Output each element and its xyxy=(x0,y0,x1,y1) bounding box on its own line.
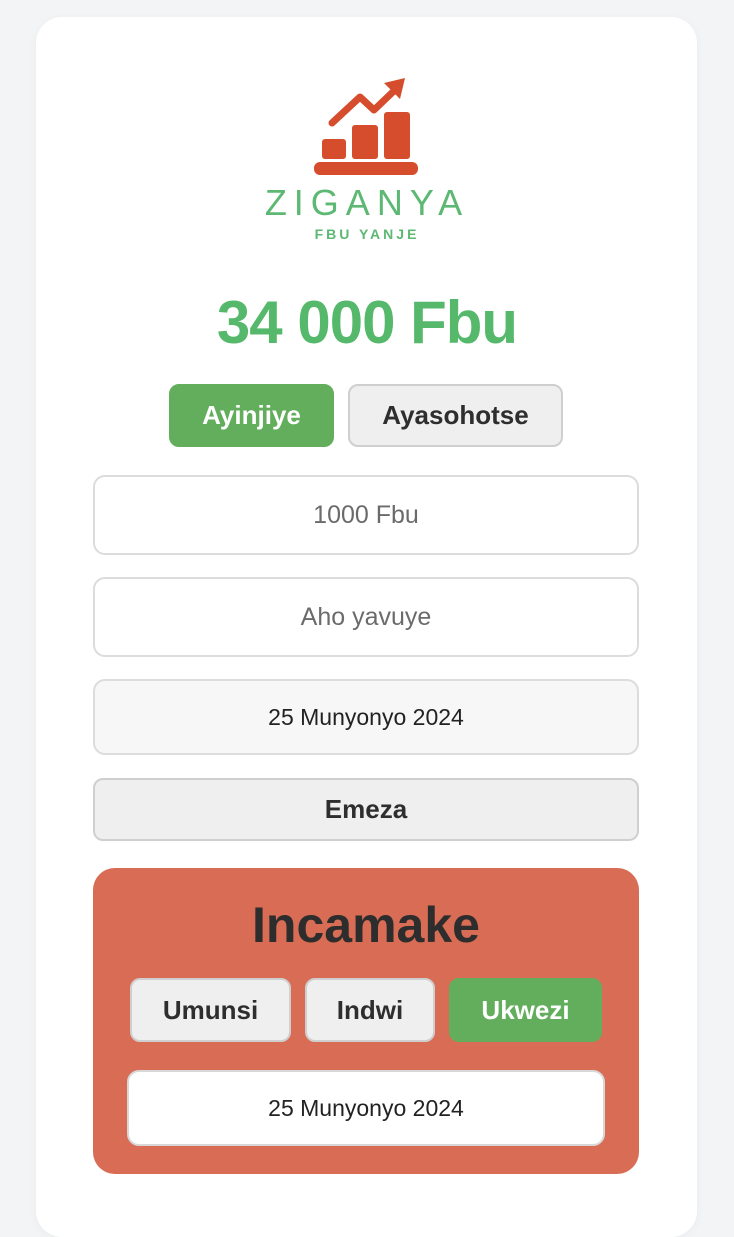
tab-income[interactable]: Ayinjiye xyxy=(169,384,334,447)
submit-button[interactable]: Emeza xyxy=(93,778,639,841)
tab-week[interactable]: Indwi xyxy=(305,978,435,1042)
amount-input[interactable]: 1000 Fbu xyxy=(93,475,639,555)
balance-amount: 34 000 Fbu xyxy=(216,289,518,356)
brand-name: ZIGANYA xyxy=(264,182,470,223)
source-input[interactable]: Aho yavuye xyxy=(93,577,639,657)
summary-panel: Incamake Umunsi Indwi Ukwezi 25 Munyonyo… xyxy=(93,868,639,1174)
tab-day[interactable]: Umunsi xyxy=(130,978,291,1042)
summary-date-field[interactable]: 25 Munyonyo 2024 xyxy=(127,1070,605,1146)
growth-chart-icon xyxy=(314,78,418,175)
summary-title: Incamake xyxy=(252,897,480,953)
tab-expense[interactable]: Ayasohotse xyxy=(348,384,563,447)
brand-tagline: FBU YANJE xyxy=(314,226,420,242)
tab-month[interactable]: Ukwezi xyxy=(449,978,602,1042)
date-field[interactable]: 25 Munyonyo 2024 xyxy=(93,679,639,755)
